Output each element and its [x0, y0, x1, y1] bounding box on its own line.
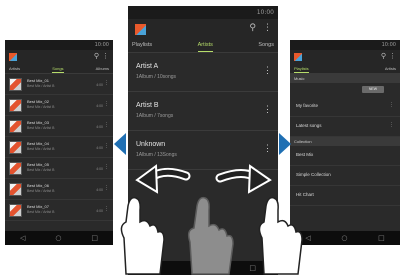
- swipe-right-arrow-icon: [215, 164, 272, 194]
- hand-pointer-left-icon: [120, 196, 165, 275]
- hand-pointer-right-icon: [258, 196, 303, 275]
- hand-pointer-center-icon: [187, 196, 234, 275]
- swipe-left-arrow-icon: [135, 164, 191, 194]
- gesture-illustration: [120, 164, 303, 275]
